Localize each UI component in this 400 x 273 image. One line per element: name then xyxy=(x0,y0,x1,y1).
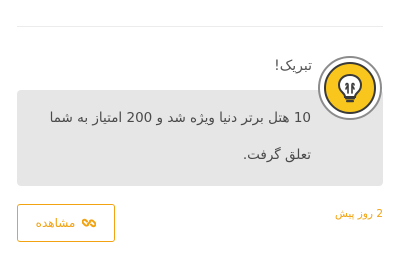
notification-title: تبریک! xyxy=(274,58,312,74)
notification-card: 10 هتل برتر دنیا ویژه شد و 200 امتیاز به… xyxy=(0,0,400,273)
link-icon xyxy=(82,216,97,230)
view-button-label: مشاهده xyxy=(35,216,76,230)
notification-message: 10 هتل برتر دنیا ویژه شد و 200 امتیاز به… xyxy=(49,110,311,163)
top-divider xyxy=(17,26,383,27)
lightbulb-icon xyxy=(324,62,376,114)
notification-avatar xyxy=(318,56,382,120)
notification-time: 2 روز پیش xyxy=(334,208,383,220)
view-button[interactable]: مشاهده xyxy=(17,204,115,242)
